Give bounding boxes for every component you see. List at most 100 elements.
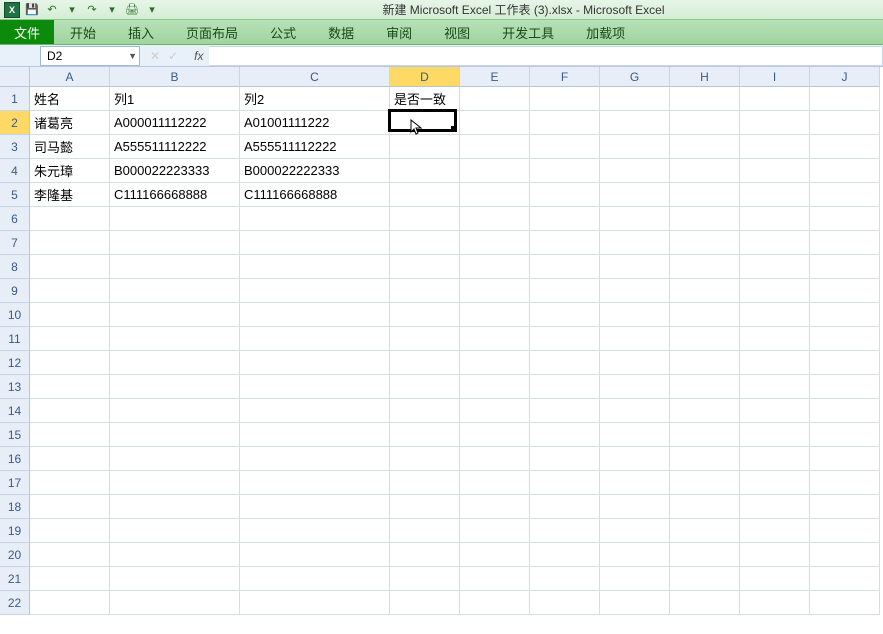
cell-C17[interactable] <box>240 471 390 495</box>
cell-J15[interactable] <box>810 423 880 447</box>
cell-H6[interactable] <box>670 207 740 231</box>
row-header-8[interactable]: 8 <box>0 255 30 279</box>
cell-I18[interactable] <box>740 495 810 519</box>
cell-G19[interactable] <box>600 519 670 543</box>
cell-I20[interactable] <box>740 543 810 567</box>
cell-H14[interactable] <box>670 399 740 423</box>
cell-I12[interactable] <box>740 351 810 375</box>
cell-E6[interactable] <box>460 207 530 231</box>
redo-icon[interactable]: ↷ <box>84 2 100 18</box>
cell-J9[interactable] <box>810 279 880 303</box>
cell-grid[interactable]: 姓名列1列2是否一致诸葛亮A000011112222A01001111222司马… <box>30 87 880 615</box>
cell-J13[interactable] <box>810 375 880 399</box>
cell-J1[interactable] <box>810 87 880 111</box>
cell-G16[interactable] <box>600 447 670 471</box>
cell-F15[interactable] <box>530 423 600 447</box>
column-header-F[interactable]: F <box>530 67 600 87</box>
cell-A5[interactable]: 李隆基 <box>30 183 110 207</box>
cell-E11[interactable] <box>460 327 530 351</box>
cell-H8[interactable] <box>670 255 740 279</box>
cell-D17[interactable] <box>390 471 460 495</box>
cell-C14[interactable] <box>240 399 390 423</box>
cell-I21[interactable] <box>740 567 810 591</box>
cell-I15[interactable] <box>740 423 810 447</box>
cell-B6[interactable] <box>110 207 240 231</box>
cell-F17[interactable] <box>530 471 600 495</box>
tab-视图[interactable]: 视图 <box>428 20 486 44</box>
cell-E9[interactable] <box>460 279 530 303</box>
cell-C16[interactable] <box>240 447 390 471</box>
cell-D18[interactable] <box>390 495 460 519</box>
row-header-3[interactable]: 3 <box>0 135 30 159</box>
cell-I17[interactable] <box>740 471 810 495</box>
cell-G18[interactable] <box>600 495 670 519</box>
cell-I16[interactable] <box>740 447 810 471</box>
cell-A15[interactable] <box>30 423 110 447</box>
cell-B12[interactable] <box>110 351 240 375</box>
cell-B14[interactable] <box>110 399 240 423</box>
cell-E16[interactable] <box>460 447 530 471</box>
tab-页面布局[interactable]: 页面布局 <box>170 20 254 44</box>
row-header-2[interactable]: 2 <box>0 111 30 135</box>
cell-D19[interactable] <box>390 519 460 543</box>
cell-B16[interactable] <box>110 447 240 471</box>
tab-审阅[interactable]: 审阅 <box>370 20 428 44</box>
row-header-19[interactable]: 19 <box>0 519 30 543</box>
cell-G10[interactable] <box>600 303 670 327</box>
cell-H2[interactable] <box>670 111 740 135</box>
cell-B8[interactable] <box>110 255 240 279</box>
cell-B1[interactable]: 列1 <box>110 87 240 111</box>
cell-B11[interactable] <box>110 327 240 351</box>
cell-B10[interactable] <box>110 303 240 327</box>
cell-A17[interactable] <box>30 471 110 495</box>
row-header-4[interactable]: 4 <box>0 159 30 183</box>
cell-J2[interactable] <box>810 111 880 135</box>
cell-I2[interactable] <box>740 111 810 135</box>
cell-G20[interactable] <box>600 543 670 567</box>
cell-I11[interactable] <box>740 327 810 351</box>
cell-A2[interactable]: 诸葛亮 <box>30 111 110 135</box>
row-header-12[interactable]: 12 <box>0 351 30 375</box>
cell-A4[interactable]: 朱元璋 <box>30 159 110 183</box>
cell-G22[interactable] <box>600 591 670 615</box>
cell-A6[interactable] <box>30 207 110 231</box>
row-header-14[interactable]: 14 <box>0 399 30 423</box>
cell-J8[interactable] <box>810 255 880 279</box>
cell-D9[interactable] <box>390 279 460 303</box>
cell-F6[interactable] <box>530 207 600 231</box>
cell-A9[interactable] <box>30 279 110 303</box>
cell-E21[interactable] <box>460 567 530 591</box>
cell-E22[interactable] <box>460 591 530 615</box>
cell-J22[interactable] <box>810 591 880 615</box>
cell-B18[interactable] <box>110 495 240 519</box>
cell-C5[interactable]: C111166668888 <box>240 183 390 207</box>
cell-A11[interactable] <box>30 327 110 351</box>
cell-J3[interactable] <box>810 135 880 159</box>
cell-H19[interactable] <box>670 519 740 543</box>
save-icon[interactable]: 💾 <box>24 2 40 18</box>
cell-G12[interactable] <box>600 351 670 375</box>
row-header-21[interactable]: 21 <box>0 567 30 591</box>
cell-C6[interactable] <box>240 207 390 231</box>
cell-B4[interactable]: B000022223333 <box>110 159 240 183</box>
cell-G7[interactable] <box>600 231 670 255</box>
tab-开发工具[interactable]: 开发工具 <box>486 20 570 44</box>
print-icon[interactable]: 🖨 <box>124 2 140 18</box>
cell-G14[interactable] <box>600 399 670 423</box>
cell-C12[interactable] <box>240 351 390 375</box>
column-header-C[interactable]: C <box>240 67 390 87</box>
column-header-B[interactable]: B <box>110 67 240 87</box>
select-all-corner[interactable] <box>0 67 30 87</box>
undo-icon[interactable]: ↶ <box>44 2 60 18</box>
cell-I7[interactable] <box>740 231 810 255</box>
undo-dropdown-icon[interactable]: ▾ <box>64 2 80 18</box>
cell-J12[interactable] <box>810 351 880 375</box>
excel-logo-icon[interactable]: X <box>4 2 20 18</box>
cell-H7[interactable] <box>670 231 740 255</box>
cell-C8[interactable] <box>240 255 390 279</box>
cancel-formula-icon[interactable]: ✕ <box>150 49 160 63</box>
name-box-dropdown-icon[interactable]: ▼ <box>128 51 137 61</box>
cell-H18[interactable] <box>670 495 740 519</box>
cell-B21[interactable] <box>110 567 240 591</box>
cell-C11[interactable] <box>240 327 390 351</box>
